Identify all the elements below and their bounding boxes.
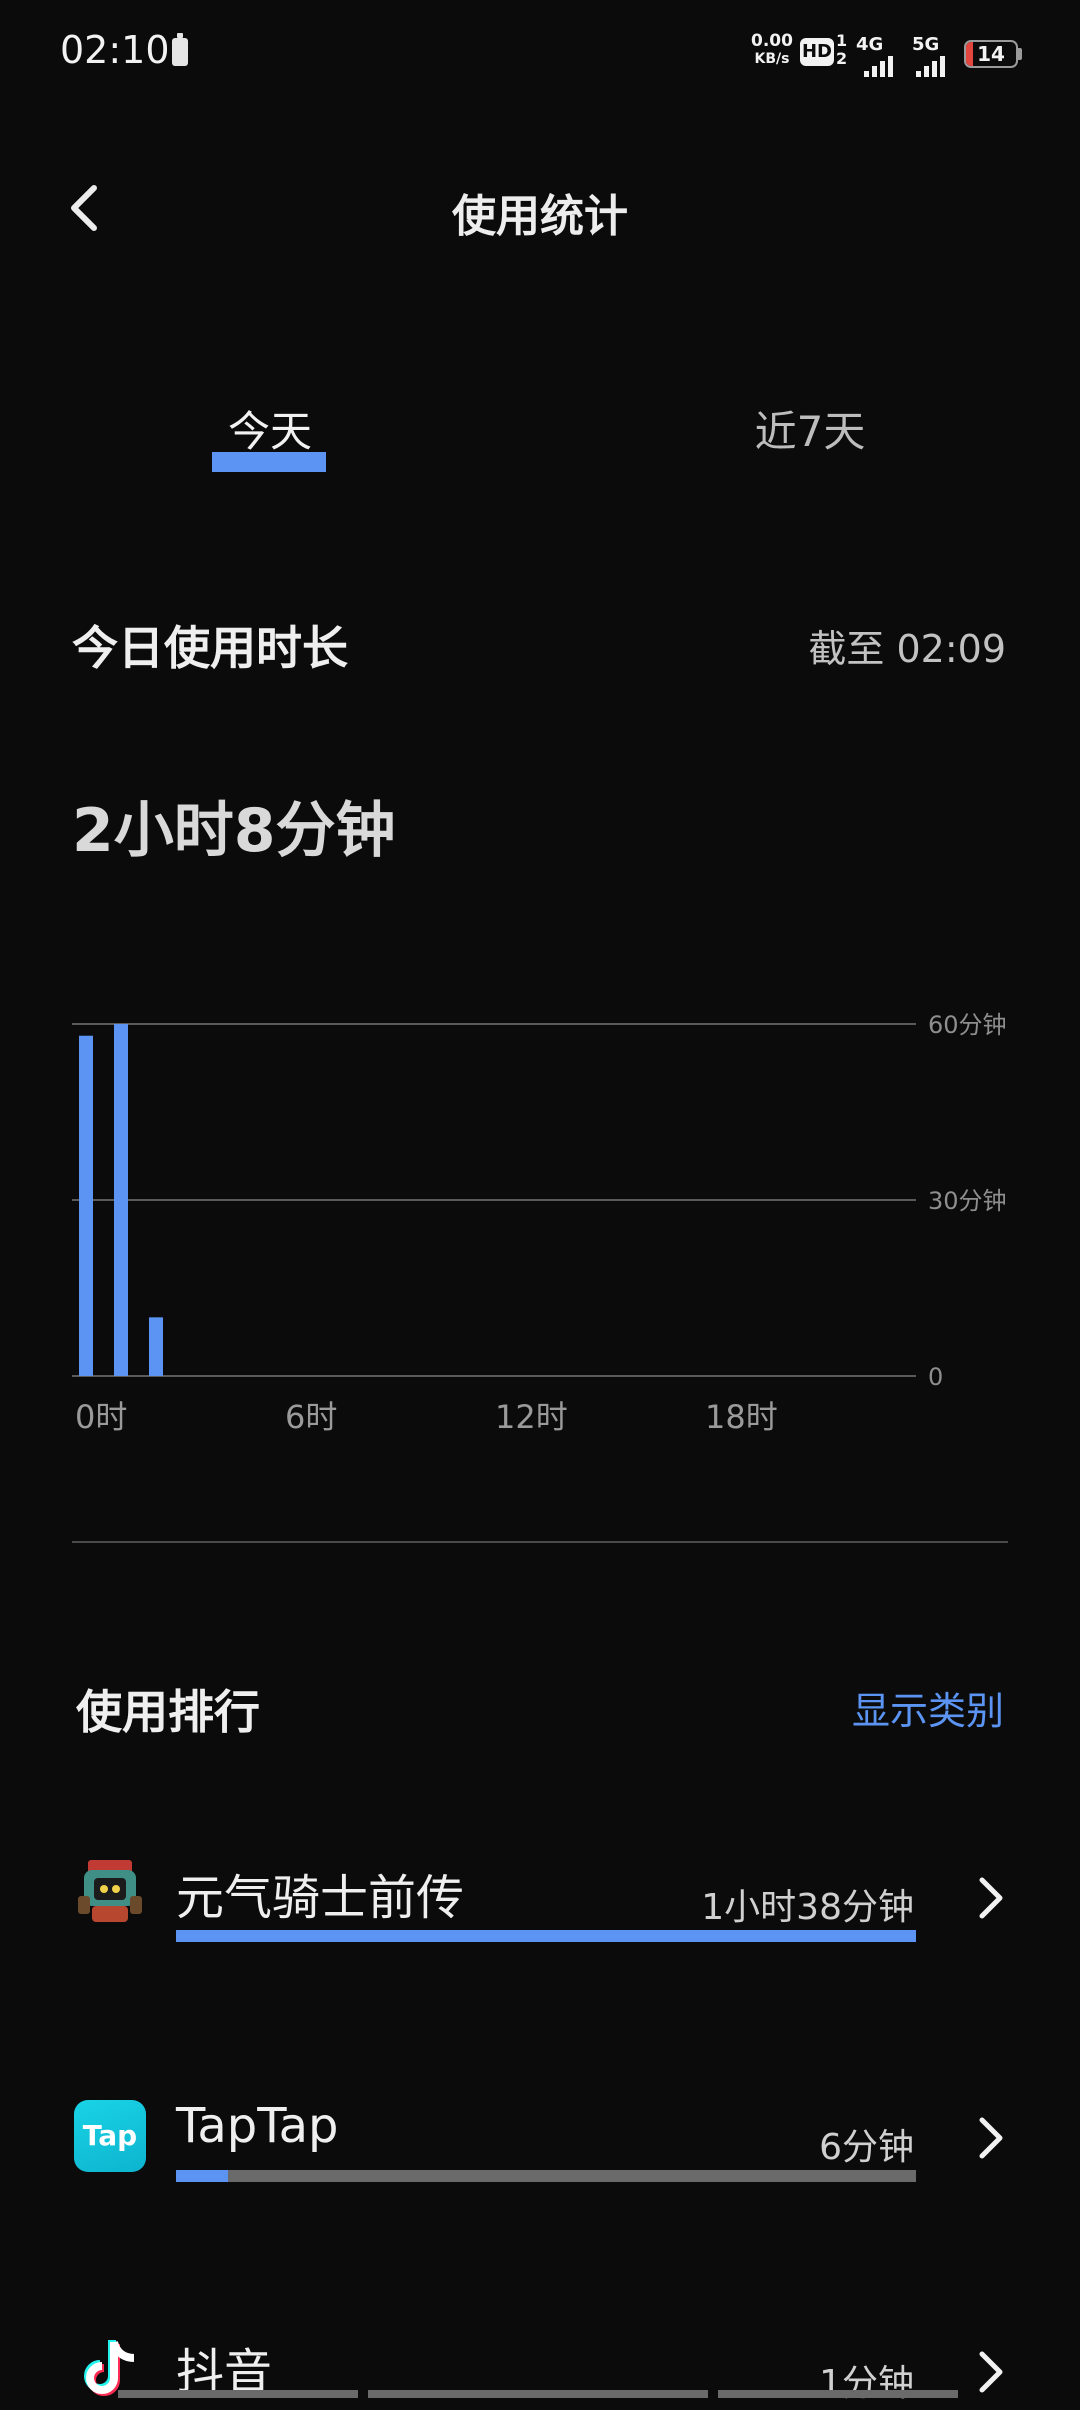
app-usage-bar <box>176 2170 916 2182</box>
today-usage-title: 今日使用时长 <box>72 621 348 675</box>
sim-indicator: 1 2 <box>836 32 847 68</box>
network-4g: 4G <box>856 34 893 77</box>
app-row-soul-knight[interactable]: 元气骑士前传 1小时38分钟 <box>0 1840 1080 1960</box>
app-name: 元气骑士前传 <box>176 1870 465 1926</box>
app-duration: 1分钟 <box>819 2363 914 2404</box>
chevron-right-icon <box>979 2351 1003 2393</box>
y-tick-label: 30分钟 <box>928 1187 1007 1215</box>
signal-icon <box>864 55 893 77</box>
app-row-taptap[interactable]: Tap TapTap 6分钟 <box>0 2080 1080 2200</box>
chart-bar <box>114 1024 128 1376</box>
chart-bar <box>79 1035 93 1376</box>
network-5g: 5G <box>912 34 945 77</box>
x-tick-label: 18时 <box>705 1398 778 1436</box>
status-time: 02:10 <box>60 28 170 72</box>
net-speed-value: 0.00 <box>751 31 793 51</box>
tab-last-7-days[interactable]: 近7天 <box>710 398 910 459</box>
tab-indicator <box>212 452 326 472</box>
total-usage-time: 2小时8分钟 <box>72 796 396 866</box>
battery-fill <box>966 42 973 66</box>
network-4g-label: 4G <box>856 34 884 55</box>
as-of-time: 截至 02:09 <box>808 627 1006 671</box>
battery-level: 14 <box>977 42 1005 66</box>
tab-today[interactable]: 今天 <box>190 398 350 459</box>
chevron-right-icon <box>979 1877 1003 1919</box>
page-title: 使用统计 <box>452 191 628 242</box>
app-row-douyin[interactable]: 抖音 1分钟 <box>0 2318 1080 2404</box>
signal-icon <box>916 55 945 77</box>
y-tick-label: 0 <box>928 1363 943 1391</box>
app-usage-fill <box>176 2170 228 2182</box>
app-name: TapTap <box>176 2098 339 2154</box>
battery-saver-icon <box>172 33 188 66</box>
app-usage-fill <box>176 1930 916 1942</box>
net-speed: 0.00 KB/s <box>748 32 796 68</box>
show-category-link[interactable]: 显示类别 <box>852 1680 1004 1735</box>
y-tick-label: 60分钟 <box>928 1011 1007 1039</box>
net-speed-unit: KB/s <box>754 51 790 67</box>
sim-2-label: 2 <box>836 49 848 68</box>
battery-tip <box>1018 48 1022 60</box>
partial-usage-bar <box>118 2390 958 2398</box>
x-tick-label: 6时 <box>285 1398 337 1436</box>
app-usage-bar <box>176 1930 916 1942</box>
chart-bar <box>149 1317 163 1376</box>
hd-voice-icon: HD <box>800 38 834 66</box>
app-duration: 6分钟 <box>819 2127 914 2168</box>
app-duration: 1小时38分钟 <box>701 1887 914 1928</box>
battery-icon: 14 <box>964 40 1018 68</box>
ranking-title: 使用排行 <box>76 1685 260 1739</box>
section-divider <box>72 1541 1008 1543</box>
hourly-usage-chart: 60分钟 30分钟 0 0时 6时 12时 18时 <box>72 1011 1007 1436</box>
soul-knight-icon <box>74 1856 146 1928</box>
chevron-right-icon <box>979 2117 1003 2159</box>
x-tick-label: 12时 <box>495 1398 568 1436</box>
x-tick-label: 0时 <box>75 1398 127 1436</box>
sim-1-label: 1 <box>836 31 848 50</box>
taptap-icon: Tap <box>74 2100 146 2172</box>
network-5g-label: 5G <box>912 34 940 55</box>
